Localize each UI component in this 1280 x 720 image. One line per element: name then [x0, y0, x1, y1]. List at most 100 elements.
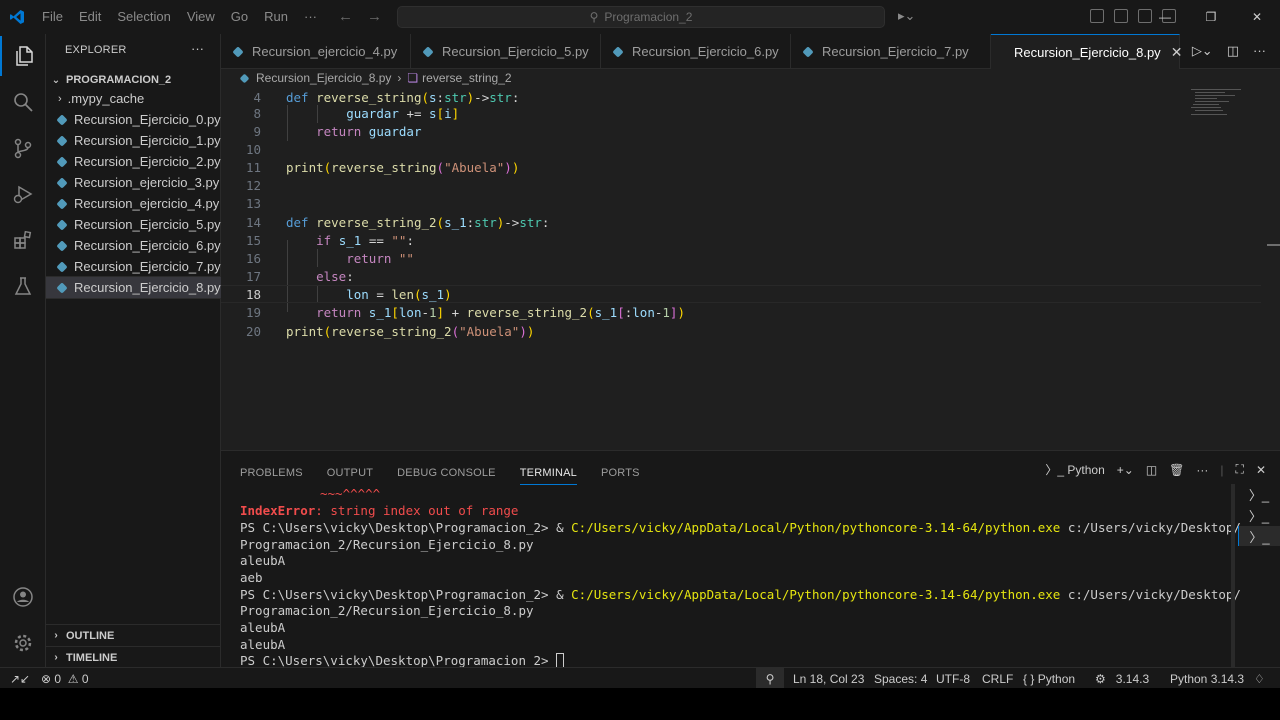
- search-icon: ⚲: [589, 10, 599, 24]
- language-label: Python: [1037, 671, 1076, 686]
- tab-debug-console[interactable]: DEBUG CONSOLE: [397, 461, 496, 485]
- menu-run[interactable]: Run: [256, 0, 296, 34]
- search-view-icon[interactable]: [0, 82, 46, 122]
- python-file-icon: [612, 45, 624, 58]
- encoding[interactable]: UTF-8: [936, 668, 970, 688]
- terminal-shell-selector[interactable]: 〉_ Python: [1045, 461, 1104, 478]
- cursor-position[interactable]: Ln 18, Col 23: [793, 668, 864, 688]
- timeline-section[interactable]: › TIMELINE: [46, 646, 221, 668]
- explorer-sidebar: EXPLORER ··· ⌄ PROGRAMACION_2 › .mypy_ca…: [45, 34, 222, 668]
- testing-icon[interactable]: [0, 266, 46, 306]
- new-terminal-icon[interactable]: +⌄: [1117, 463, 1134, 477]
- tab-ports[interactable]: PORTS: [601, 461, 640, 485]
- terminal-scrollbar[interactable]: [1231, 484, 1235, 668]
- tree-item-file[interactable]: Recursion_Ejercicio_1.py: [46, 130, 221, 151]
- tree-item-file[interactable]: Recursion_Ejercicio_6.py: [46, 235, 221, 256]
- source-control-icon[interactable]: [0, 128, 46, 168]
- tree-item-label: Recursion_Ejercicio_0.py: [74, 112, 221, 127]
- settings-gear-icon[interactable]: [0, 623, 46, 663]
- python-file-icon: [239, 73, 250, 83]
- breadcrumb-file[interactable]: Recursion_Ejercicio_8.py: [256, 71, 391, 85]
- breadcrumb-symbol[interactable]: reverse_string_2: [422, 71, 511, 85]
- copilot-icon[interactable]: ▸⌄: [898, 8, 915, 24]
- tree-item-folder[interactable]: › .mypy_cache: [46, 88, 221, 109]
- tree-item-file-selected[interactable]: Recursion_Ejercicio_8.py: [45, 276, 222, 299]
- toggle-primary-sidebar-icon[interactable]: [1090, 9, 1104, 23]
- tree-item-label: Recursion_Ejercicio_7.py: [74, 259, 221, 274]
- editor-tab-active[interactable]: Recursion_Ejercicio_8.py ✕: [991, 34, 1183, 69]
- menu-selection[interactable]: Selection: [109, 0, 178, 34]
- notifications-icon[interactable]: ♢: [1254, 668, 1265, 688]
- python-file-icon: [56, 281, 68, 294]
- close-tab-icon[interactable]: ✕: [1171, 44, 1183, 61]
- forward-arrow-icon[interactable]: →: [367, 8, 382, 25]
- command-arg-cont: Programacion_2/Recursion_Ejercicio_8.py: [240, 537, 534, 552]
- tree-item-file[interactable]: Recursion_ejercicio_3.py: [46, 172, 221, 193]
- python-file-icon: [1001, 49, 1007, 55]
- editor-tab[interactable]: Recursion_Ejercicio_6.py: [601, 34, 791, 69]
- python-env-icon: ⚙: [1095, 671, 1106, 686]
- outline-section[interactable]: › OUTLINE: [46, 624, 221, 646]
- explorer-icon[interactable]: [0, 36, 46, 76]
- tree-item-file[interactable]: Recursion_Ejercicio_0.py: [46, 109, 221, 130]
- indentation[interactable]: Spaces: 4: [874, 668, 927, 688]
- problems-status[interactable]: ⊗ 0 ⚠ 0: [41, 668, 89, 688]
- explorer-more-actions[interactable]: ···: [191, 41, 204, 56]
- kill-terminal-icon[interactable]: 🗑: [1169, 463, 1184, 477]
- code-line-current: 18 lon = len(s_1): [221, 285, 1261, 303]
- toggle-panel-layout-icon[interactable]: [1114, 9, 1128, 23]
- chevron-right-icon: ›: [58, 92, 62, 105]
- end-of-line[interactable]: CRLF: [982, 668, 1013, 688]
- split-editor-icon[interactable]: ◫: [1227, 43, 1239, 59]
- python-version[interactable]: ⚙ 3.14.3: [1095, 668, 1149, 688]
- minimap[interactable]: [1189, 87, 1279, 450]
- minimize-icon[interactable]: —: [1142, 0, 1188, 34]
- tree-item-label: Recursion_Ejercicio_5.py: [74, 217, 221, 232]
- python-file-icon: [56, 134, 68, 147]
- menu-edit[interactable]: Edit: [71, 0, 109, 34]
- tab-problems[interactable]: PROBLEMS: [240, 461, 303, 485]
- command-center[interactable]: ⚲ Programacion_2: [397, 6, 885, 28]
- remote-icon[interactable]: ↗↙: [10, 668, 30, 688]
- menu-more[interactable]: ···: [296, 0, 325, 34]
- accounts-icon[interactable]: [0, 577, 46, 617]
- tree-item-file[interactable]: Recursion_Ejercicio_2.py: [46, 151, 221, 172]
- editor-tabs: Recursion_ejercicio_4.py Recursion_Ejerc…: [221, 34, 1280, 69]
- activity-bar: [0, 34, 46, 667]
- split-terminal-icon[interactable]: ◫: [1146, 463, 1157, 477]
- python-file-icon: [56, 239, 68, 252]
- tree-item-file[interactable]: Recursion_Ejercicio_5.py: [46, 214, 221, 235]
- run-python-file-icon[interactable]: ▷⌄: [1192, 43, 1213, 59]
- close-window-icon[interactable]: ✕: [1234, 0, 1280, 34]
- terminal-cursor: [556, 653, 565, 668]
- terminal-instance-icon[interactable]: 〉_: [1238, 484, 1280, 504]
- terminal-instance-icon-active[interactable]: 〉_: [1238, 526, 1280, 546]
- language-mode[interactable]: { } Python: [1023, 668, 1075, 688]
- terminal-output[interactable]: ~~~^^^^^ IndexError: string index out of…: [240, 484, 1241, 668]
- editor-tab[interactable]: Recursion_ejercicio_4.py: [221, 34, 411, 69]
- tab-output[interactable]: OUTPUT: [327, 461, 373, 485]
- zoom-icon[interactable]: ⚲: [756, 668, 784, 688]
- maximize-panel-icon[interactable]: ⛶: [1236, 462, 1244, 477]
- extensions-icon[interactable]: [0, 220, 46, 260]
- editor-more-actions-icon[interactable]: ···: [1253, 43, 1266, 59]
- panel-more-icon[interactable]: ···: [1196, 463, 1208, 477]
- close-panel-icon[interactable]: ✕: [1256, 463, 1266, 477]
- tree-item-file[interactable]: Recursion_Ejercicio_7.py: [46, 256, 221, 277]
- menu-view[interactable]: View: [179, 0, 223, 34]
- tab-label: Recursion_ejercicio_4.py: [252, 44, 398, 59]
- editor-tab[interactable]: Recursion_Ejercicio_7.py: [791, 34, 991, 69]
- back-arrow-icon[interactable]: ←: [338, 8, 353, 25]
- command-amp: &: [556, 520, 572, 535]
- tree-item-file[interactable]: Recursion_ejercicio_4.py: [46, 193, 221, 214]
- run-debug-icon[interactable]: [0, 174, 46, 214]
- python-file-icon: [56, 113, 68, 126]
- terminal-instance-icon[interactable]: 〉_: [1238, 505, 1280, 525]
- restore-icon[interactable]: ❐: [1188, 0, 1234, 34]
- python-interpreter[interactable]: Python 3.14.3: [1170, 668, 1244, 688]
- menu-file[interactable]: File: [34, 0, 71, 34]
- editor-tab[interactable]: Recursion_Ejercicio_5.py: [411, 34, 601, 69]
- menu-go[interactable]: Go: [223, 0, 256, 34]
- code-editor[interactable]: 4 def reverse_string(s:str)->str: 8 guar…: [221, 87, 1280, 450]
- tab-terminal[interactable]: TERMINAL: [519, 461, 577, 485]
